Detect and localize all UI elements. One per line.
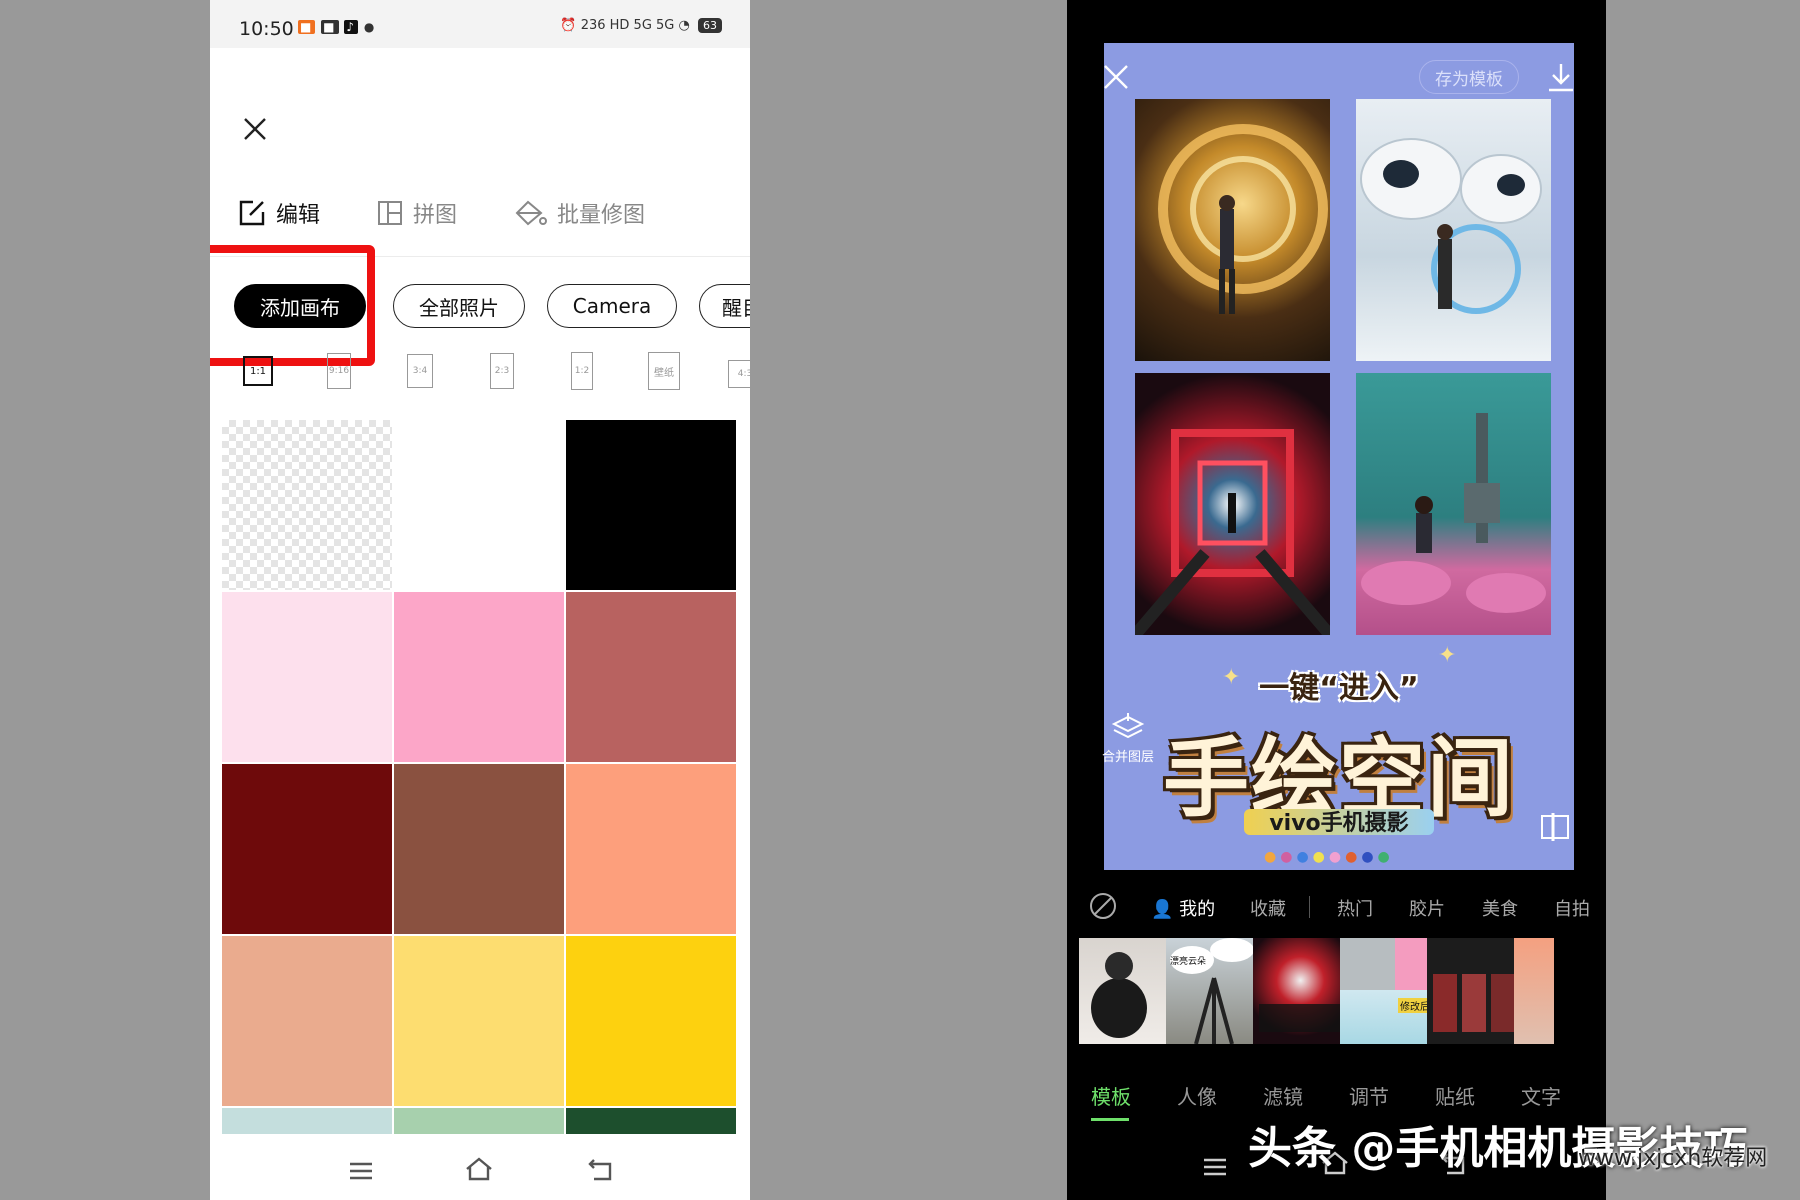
color-swatch[interactable] (394, 764, 564, 934)
color-swatch[interactable] (566, 592, 736, 762)
template-thumb[interactable]: 修改后 (1340, 938, 1435, 1044)
color-dots: ●●●●●●●● (1264, 849, 1394, 865)
tool-portrait[interactable]: 人像 (1177, 1081, 1217, 1110)
wifi-icon: ◔ (678, 18, 690, 33)
category-mine-label: 我的 (1179, 899, 1216, 920)
collage-icon (378, 201, 402, 225)
compare-icon[interactable] (1539, 812, 1571, 842)
chip-album-partial[interactable]: 醒目 (699, 284, 750, 328)
template-thumb[interactable] (1427, 938, 1522, 1044)
notification-icons: ■ ■ ♪ ● (298, 20, 377, 34)
collage-photo-1[interactable] (1135, 99, 1330, 361)
color-swatch[interactable] (394, 420, 564, 590)
color-swatch[interactable] (566, 764, 736, 934)
network-status: 236 HD 5G 5G (580, 18, 675, 33)
tab-batch-edit-label: 批量修图 (557, 203, 646, 228)
status-bar: 10:50 ■ ■ ♪ ● ⏰ 236 HD 5G 5G ◔ 63 (210, 0, 750, 48)
tab-edit[interactable]: 编辑 (238, 196, 320, 230)
tool-sticker[interactable]: 贴纸 (1435, 1081, 1475, 1110)
watermark-site: www.jxjcxh软荐网 (1578, 1146, 1768, 1171)
category-film[interactable]: 胶片 (1409, 895, 1445, 921)
sparkle-icon: ✦ (1222, 665, 1241, 690)
poster-canvas: 一键“进入” 手绘空间 vivo手机摄影 ●●●●●●●● ✦ ✦ (1104, 43, 1574, 870)
collage-photo-2[interactable] (1356, 99, 1551, 361)
back-icon[interactable] (586, 1158, 614, 1182)
color-swatch[interactable] (222, 936, 392, 1106)
tab-batch-edit[interactable]: 批量修图 (513, 196, 645, 230)
menu-icon[interactable] (1202, 1156, 1228, 1178)
ratio-9-16[interactable]: 9:16 (327, 353, 351, 389)
active-tool-indicator (1091, 1118, 1129, 1121)
home-icon[interactable] (464, 1156, 494, 1182)
menu-icon[interactable] (348, 1160, 374, 1182)
category-selfie[interactable]: 自拍 (1554, 895, 1590, 921)
tab-edit-label: 编辑 (276, 203, 321, 228)
color-swatch[interactable] (222, 764, 392, 934)
color-swatch[interactable] (566, 1108, 736, 1134)
color-swatch[interactable] (394, 936, 564, 1106)
close-icon[interactable] (242, 116, 268, 142)
category-hot[interactable]: 热门 (1337, 895, 1373, 921)
layers-icon (1111, 713, 1145, 739)
alarm-icon: ⏰ (560, 18, 577, 33)
category-food[interactable]: 美食 (1482, 895, 1518, 921)
left-phone-screen: 10:50 ■ ■ ♪ ● ⏰ 236 HD 5G 5G ◔ 63 编辑 拼图 (210, 0, 750, 1200)
color-swatch[interactable] (394, 592, 564, 762)
color-swatch[interactable] (566, 936, 736, 1106)
system-navbar (210, 1140, 750, 1200)
batch-edit-icon (515, 200, 547, 226)
ratio-4-3[interactable]: 4:3 (728, 360, 750, 388)
status-right-icons: ⏰ 236 HD 5G 5G ◔ 63 (560, 18, 722, 33)
ratio-1-1[interactable]: 1:1 (243, 356, 273, 386)
collage-photo-3[interactable] (1135, 373, 1330, 635)
sparkle-icon: ✦ (1438, 643, 1457, 668)
collage-photo-4[interactable] (1356, 373, 1551, 635)
merge-layers-label: 合并图层 (1101, 750, 1154, 765)
red-highlight-box (210, 245, 375, 366)
tool-adjust[interactable]: 调节 (1349, 1081, 1389, 1110)
template-thumb[interactable]: 漂亮云朵 (1166, 938, 1261, 1044)
tab-collage[interactable]: 拼图 (377, 196, 457, 230)
ratio-1-2[interactable]: 1:2 (571, 352, 593, 390)
template-thumb[interactable] (1253, 938, 1348, 1044)
tab-collage-label: 拼图 (413, 203, 458, 228)
template-thumb[interactable] (1079, 938, 1174, 1044)
user-icon: 👤 (1151, 899, 1174, 920)
category-mine[interactable]: 👤 我的 (1151, 895, 1215, 921)
right-phone-screen: 一键“进入” 手绘空间 vivo手机摄影 ●●●●●●●● ✦ ✦ 存为模板 合… (1067, 0, 1606, 1200)
category-favorites[interactable]: 收藏 (1250, 895, 1286, 921)
merge-layers-button[interactable]: 合并图层 (1093, 712, 1163, 765)
download-icon[interactable] (1547, 62, 1575, 92)
color-swatch[interactable] (566, 420, 736, 590)
poster-line1: 一键“进入” (1259, 671, 1419, 706)
template-thumb[interactable] (1514, 938, 1554, 1044)
poster-subtitle: vivo手机摄影 (1269, 811, 1409, 836)
none-icon[interactable] (1089, 892, 1117, 920)
battery-indicator: 63 (698, 18, 722, 33)
ratio-wallpaper[interactable]: 壁纸 (648, 352, 680, 390)
color-swatch[interactable] (394, 1108, 564, 1134)
color-swatch[interactable] (222, 420, 392, 590)
close-icon[interactable] (1103, 64, 1129, 90)
thumb-label: 漂亮云朵 (1170, 957, 1207, 967)
color-swatch[interactable] (222, 592, 392, 762)
tool-text[interactable]: 文字 (1521, 1081, 1561, 1110)
ratio-2-3[interactable]: 2:3 (490, 353, 514, 389)
chip-camera[interactable]: Camera (547, 284, 677, 328)
tool-filter[interactable]: 滤镜 (1263, 1081, 1303, 1110)
tool-template[interactable]: 模板 (1091, 1081, 1131, 1110)
category-divider (1309, 896, 1310, 918)
edit-icon (239, 200, 265, 226)
ratio-3-4[interactable]: 3:4 (407, 354, 433, 388)
chip-all-photos[interactable]: 全部照片 (393, 284, 525, 328)
color-swatch[interactable] (222, 1108, 392, 1134)
status-time: 10:50 (239, 18, 294, 40)
save-template-button[interactable]: 存为模板 (1419, 60, 1519, 94)
